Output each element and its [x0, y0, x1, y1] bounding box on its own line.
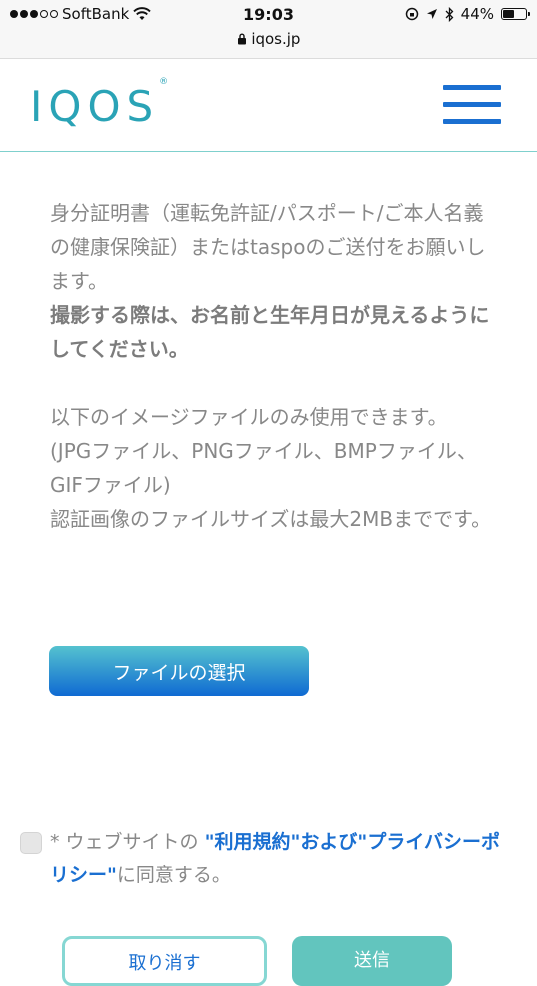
- bluetooth-icon: [445, 6, 454, 22]
- upload-instructions: 身分証明書（運転免許証/パスポート/ご本人名義の健康保険証）またはtaspoのご…: [50, 196, 495, 536]
- file-types-list: (JPGファイル、PNGファイル、BMPファイル、GIFファイル): [50, 439, 477, 497]
- site-header: IQOS®: [0, 59, 537, 152]
- menu-icon[interactable]: [443, 85, 501, 125]
- send-button[interactable]: 送信: [292, 936, 452, 986]
- agreement-prefix: * ウェブサイトの: [50, 831, 205, 853]
- id-request-text: 身分証明書（運転免許証/パスポート/ご本人名義の健康保険証）またはtaspoのご…: [50, 201, 486, 293]
- logo-text: IQOS: [30, 82, 160, 131]
- terms-agreement: * ウェブサイトの "利用規約"および"プライバシーポリシー"に同意する。: [20, 826, 500, 892]
- choose-file-button[interactable]: ファイルの選択: [49, 646, 309, 696]
- file-size-limit: 認証画像のファイルサイズは最大2MBまでです。: [50, 507, 492, 531]
- agree-checkbox[interactable]: [20, 832, 42, 854]
- agreement-text: * ウェブサイトの "利用規約"および"プライバシーポリシー"に同意する。: [50, 826, 500, 892]
- lock-icon: [237, 33, 246, 45]
- iqos-logo[interactable]: IQOS®: [30, 77, 168, 131]
- terms-link[interactable]: "利用規約": [205, 831, 301, 853]
- agreement-suffix: に同意する。: [116, 864, 231, 886]
- battery-percent: 44%: [460, 5, 494, 23]
- photo-note-text: 撮影する際は、お名前と生年月日が見えるようにしてください。: [50, 303, 490, 361]
- rotation-lock-icon: [405, 7, 418, 21]
- cancel-button[interactable]: 取り消す: [62, 936, 267, 986]
- location-icon: [426, 9, 437, 19]
- registered-mark: ®: [159, 77, 169, 87]
- status-indicators: 44%: [405, 5, 530, 23]
- battery-icon: [501, 8, 530, 20]
- url-text: iqos.jp: [251, 30, 301, 48]
- status-bar: SoftBank 19:03 44% iqos.jp: [0, 0, 537, 59]
- and-text: および: [300, 831, 358, 853]
- address-bar[interactable]: iqos.jp: [0, 30, 537, 48]
- file-type-intro: 以下のイメージファイルのみ使用できます。: [50, 405, 448, 429]
